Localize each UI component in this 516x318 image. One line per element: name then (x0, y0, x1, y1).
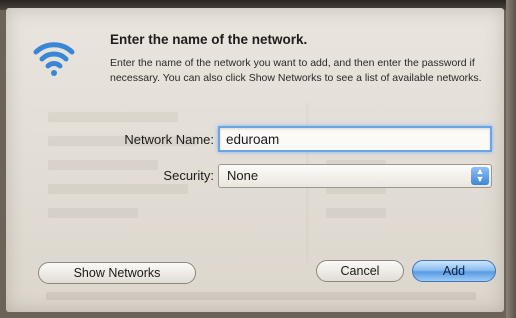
dialog-title: Enter the name of the network. (110, 32, 308, 47)
cancel-button[interactable]: Cancel (316, 260, 404, 282)
dialog-description: Enter the name of the network you want t… (110, 57, 482, 84)
security-selected-value: None (227, 168, 259, 183)
show-networks-button[interactable]: Show Networks (38, 262, 196, 284)
add-network-sheet: Enter the name of the network. Enter the… (6, 8, 504, 312)
updown-stepper-icon[interactable]: ▲ ▼ (471, 167, 489, 185)
add-button[interactable]: Add (412, 260, 496, 282)
wifi-icon (33, 42, 75, 76)
network-name-field[interactable] (218, 126, 492, 152)
background-window-ghost-line (46, 292, 476, 300)
network-name-label: Network Name: (124, 132, 214, 147)
security-select[interactable]: None ▲ ▼ (218, 164, 492, 188)
right-edge (506, 0, 516, 318)
security-label: Security: (163, 168, 214, 183)
